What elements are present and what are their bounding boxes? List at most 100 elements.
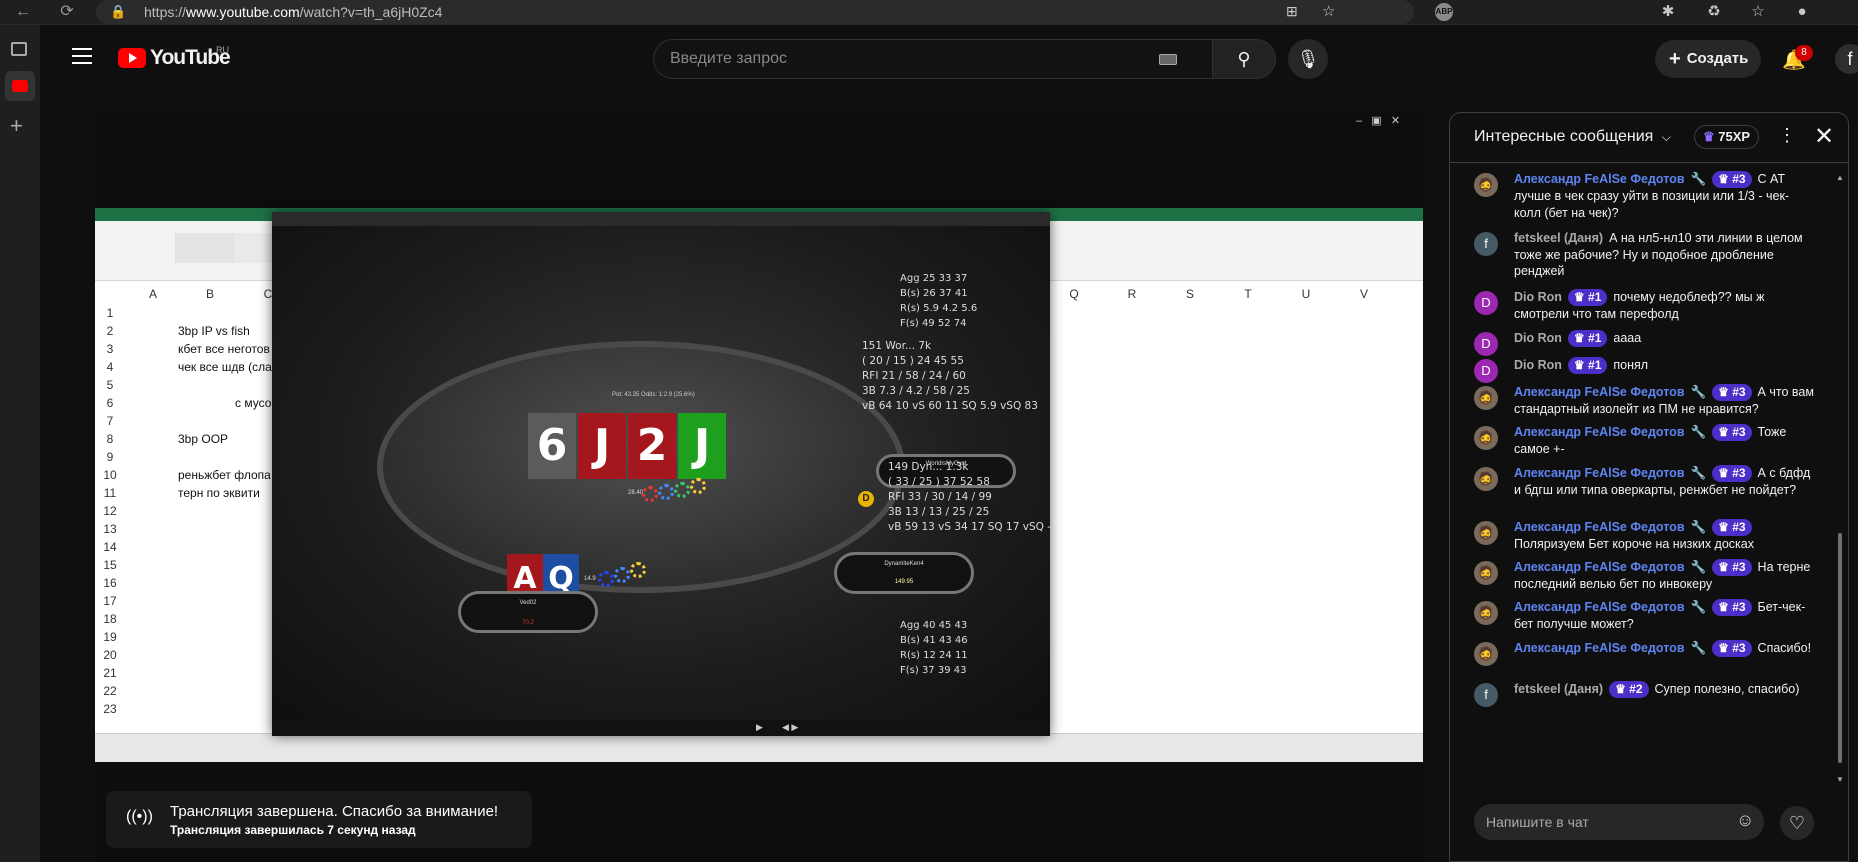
xp-badge[interactable]: ♛ 75XP — [1694, 125, 1760, 149]
collections-icon[interactable]: ☆ — [1747, 1, 1769, 23]
user-avatar[interactable]: D — [1474, 291, 1498, 315]
cell-text: кбет все неготов — [178, 342, 270, 356]
author-name[interactable]: Александр FeAlSe Федотов — [1514, 560, 1685, 574]
step-icon[interactable]: ◀ ▶ — [782, 722, 798, 733]
user-avatar[interactable]: D — [1474, 332, 1498, 356]
search-input[interactable]: Введите запрос — [653, 39, 1213, 79]
author-name[interactable]: Александр FeAlSe Федотов — [1514, 466, 1685, 480]
youtube-logo-icon[interactable] — [118, 48, 146, 68]
member-badge: ♛ #3 — [1712, 559, 1752, 576]
hud-line: 151 Wor... 7k — [862, 340, 932, 352]
back-arrow-icon[interactable]: ← — [12, 1, 34, 23]
user-avatar[interactable]: 🧔 — [1474, 601, 1498, 625]
browser-profile-icon[interactable]: ● — [1791, 1, 1813, 23]
live-chat-panel: Интересные сообщения ⌵ ♛ 75XP ⋮ ✕ 🧔 Алек… — [1449, 112, 1849, 862]
chat-message: 🧔 Александр FeAlSe Федотов 🔧 ♛ #3 А что вам… — [1474, 384, 1814, 418]
user-avatar[interactable]: D — [1474, 359, 1498, 383]
user-avatar[interactable]: 🧔 — [1474, 561, 1498, 585]
adblock-extension-icon[interactable]: ABP — [1435, 3, 1453, 21]
user-avatar[interactable]: 🧔 — [1474, 386, 1498, 410]
reload-icon[interactable]: ⟳ — [56, 1, 78, 23]
close-chat-icon[interactable]: ✕ — [1814, 122, 1834, 151]
new-tab-icon[interactable]: + — [10, 113, 23, 139]
search-button[interactable]: ⚲ — [1212, 39, 1276, 79]
author-name[interactable]: Александр FeAlSe Федотов — [1514, 172, 1685, 186]
moderator-wrench-icon: 🔧 — [1690, 466, 1707, 480]
chat-input[interactable]: Напишите в чат ☺ — [1474, 804, 1764, 840]
play-icon[interactable]: ▶ — [756, 722, 763, 733]
author-name[interactable]: Александр FeAlSe Федотов — [1514, 520, 1685, 534]
pot-info: Pot: 43.35 Odds: 1:2.9 (25.6%) — [612, 392, 695, 398]
pot-chip-amount: 28.40 — [628, 490, 644, 496]
author-name[interactable]: Dio Ron — [1514, 290, 1562, 304]
author-name[interactable]: Dio Ron — [1514, 358, 1562, 372]
account-avatar[interactable]: f — [1835, 44, 1858, 74]
app-install-icon[interactable]: ⊞ — [1286, 3, 1298, 20]
user-avatar[interactable]: 🧔 — [1474, 467, 1498, 491]
row-header: 19 — [103, 630, 117, 644]
poker-replay-controls: ▶ ◀ ▶ — [272, 720, 1050, 736]
author-name[interactable]: Александр FeAlSe Федотов — [1514, 641, 1685, 655]
member-badge: ♛ #1 — [1567, 357, 1608, 374]
user-avatar[interactable]: 🧔 — [1474, 521, 1498, 545]
youtube-tab[interactable] — [5, 71, 35, 101]
author-name[interactable]: Александр FeAlSe Федотов — [1514, 600, 1685, 614]
address-bar[interactable]: 🔒 https://www.youtube.com/watch?v=th_a6j… — [96, 0, 1414, 24]
row-header: 22 — [103, 684, 117, 698]
scroll-up-icon[interactable]: ▲ — [1836, 173, 1844, 182]
voice-search-button[interactable]: 🎙 — [1288, 39, 1328, 79]
create-label: Создать — [1686, 50, 1749, 67]
browser-vertical-tabs: + — [0, 25, 40, 862]
chat-message: D Dio Ron ♛ #1 почему недоблеф?? мы ж смот… — [1474, 289, 1814, 323]
author-name[interactable]: Dio Ron — [1514, 331, 1562, 345]
author-name[interactable]: fetskeel (Даня) — [1514, 682, 1603, 696]
chat-mode-dropdown[interactable]: Интересные сообщения ⌵ — [1474, 128, 1671, 146]
row-header: 21 — [103, 666, 117, 680]
badge-level: #3 — [1732, 425, 1746, 439]
create-button[interactable]: + Создать — [1655, 40, 1761, 78]
row-header: 4 — [106, 360, 114, 374]
column-header: T — [1244, 287, 1252, 301]
more-options-icon[interactable]: ⋮ — [1778, 125, 1796, 146]
member-badge: ♛ #3 — [1712, 599, 1752, 616]
emoji-icon[interactable]: ☺ — [1736, 810, 1754, 831]
browser-essentials-icon[interactable]: ♻ — [1703, 1, 1725, 23]
keyboard-icon[interactable] — [1159, 54, 1177, 65]
author-name[interactable]: fetskeel (Даня) — [1514, 231, 1603, 245]
chat-message: 🧔 Александр FeAlSe Федотов 🔧 ♛ #3 А с бдфд … — [1474, 465, 1814, 499]
user-avatar[interactable]: 🧔 — [1474, 642, 1498, 666]
moderator-wrench-icon: 🔧 — [1690, 560, 1707, 574]
favorite-star-icon[interactable]: ☆ — [1322, 2, 1335, 20]
chat-input-placeholder: Напишите в чат — [1486, 814, 1589, 830]
message-text: Супер полезно, спасибо) — [1654, 682, 1800, 696]
hud-villain-2: 149 Dyn... 1.3k ( 33 / 25 ) 37 52 58 RFI… — [888, 460, 1051, 535]
villain-seat-name: DynamiteKen4 — [884, 561, 924, 567]
hud-line: R(s) 5.9 4.2 5.6 — [900, 303, 978, 314]
member-badge: ♛ #3 — [1712, 640, 1752, 657]
column-header: Q — [1069, 287, 1079, 301]
row-header: 23 — [103, 702, 117, 716]
user-avatar[interactable]: f — [1474, 232, 1498, 256]
row-header: 5 — [106, 378, 114, 392]
user-avatar[interactable]: 🧔 — [1474, 173, 1498, 197]
member-badge: ♛ #2 — [1609, 681, 1649, 698]
user-avatar[interactable]: 🧔 — [1474, 426, 1498, 450]
extensions-icon[interactable]: ✱ — [1657, 1, 1679, 23]
user-avatar[interactable]: f — [1474, 683, 1498, 707]
menu-icon[interactable] — [72, 48, 92, 64]
browser-toolbar: ← ⟳ 🔒 https://www.youtube.com/watch?v=th… — [0, 0, 1858, 25]
row-header: 8 — [106, 432, 114, 446]
stream-ended-title: Трансляция завершена. Спасибо за внимани… — [170, 803, 499, 820]
cell-text: с мусо — [235, 396, 272, 410]
scrollbar-thumb[interactable] — [1838, 533, 1842, 763]
poker-title-bar — [272, 212, 1050, 226]
row-header: 7 — [106, 414, 114, 428]
hud-line: R(s) 12 24 11 — [900, 650, 968, 661]
lock-icon: 🔒 — [110, 4, 127, 19]
author-name[interactable]: Александр FeAlSe Федотов — [1514, 385, 1685, 399]
tab-actions-icon[interactable] — [11, 42, 27, 56]
author-name[interactable]: Александр FeAlSe Федотов — [1514, 425, 1685, 439]
scroll-down-icon[interactable]: ▼ — [1836, 775, 1844, 784]
heart-reaction-icon[interactable]: ♡ — [1780, 806, 1814, 840]
chat-scrollbar[interactable]: ▲ ▼ — [1836, 173, 1844, 784]
